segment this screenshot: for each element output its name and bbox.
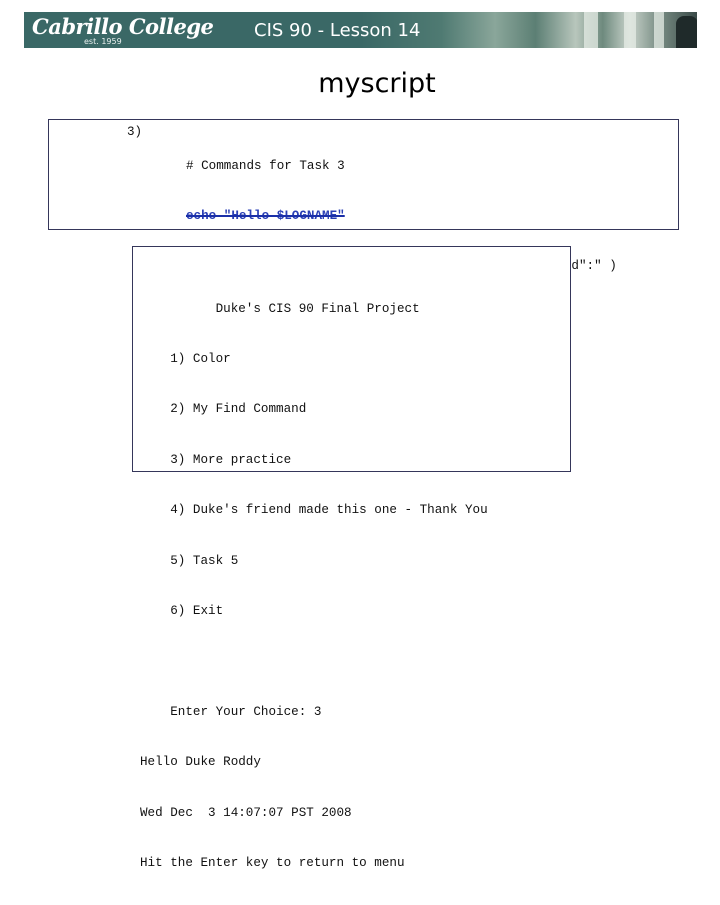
code-line-struck: echo "Hello $LOGNAME"	[186, 208, 345, 223]
terminal-output-box: Duke's CIS 90 Final Project 1) Color 2) …	[132, 246, 571, 870]
menu-option: 3) More practice	[140, 452, 292, 467]
banner-pillar	[654, 12, 664, 48]
step-number: 3)	[127, 125, 143, 139]
code-line: # Commands for Task 3	[186, 158, 345, 173]
menu-option: 1) Color	[140, 351, 231, 366]
lesson-title: CIS 90 - Lesson 14	[254, 20, 421, 41]
banner-figure	[676, 16, 697, 48]
terminal-lines: Duke's CIS 90 Final Project 1) Color 2) …	[140, 267, 488, 905]
menu-option: 4) Duke's friend made this one - Thank Y…	[140, 503, 488, 518]
menu-title: Duke's CIS 90 Final Project	[140, 301, 420, 316]
banner-pillar	[584, 12, 598, 48]
code-snippet-box: 3) # Commands for Task 3 echo "Hello $LO…	[48, 119, 679, 425]
banner-pillar	[624, 12, 636, 48]
menu-option: 2) My Find Command	[140, 402, 307, 417]
output-line: Wed Dec 3 14:07:07 PST 2008	[140, 805, 352, 820]
output-line: Hello Duke Roddy	[140, 755, 261, 770]
menu-option: 6) Exit	[140, 603, 224, 618]
header-banner: Cabrillo College est. 1959 CIS 90 - Less…	[24, 12, 697, 48]
choice-prompt: Enter Your Choice: 3	[140, 704, 322, 719]
menu-option: 5) Task 5	[140, 553, 239, 568]
output-line: Hit the Enter key to return to menu	[140, 855, 405, 870]
page-title: myscript	[318, 68, 436, 99]
college-logo: Cabrillo College	[32, 14, 214, 39]
college-logo-subtext: est. 1959	[84, 37, 122, 46]
